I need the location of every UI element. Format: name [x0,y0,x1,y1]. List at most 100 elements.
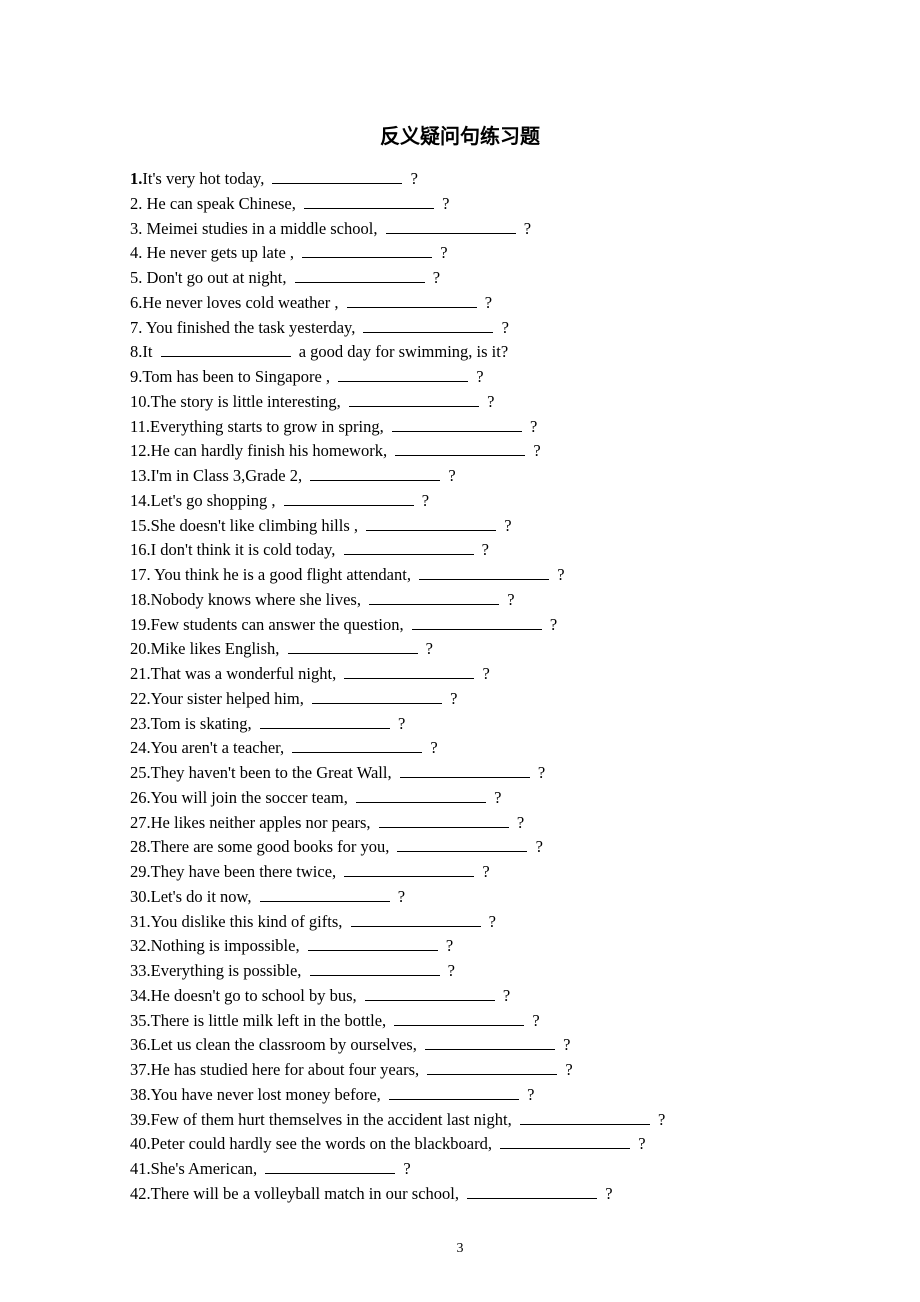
item-pre-text: Tom has been to Singapore , [142,367,334,386]
answer-blank [284,490,414,506]
item-number: 42. [130,1184,151,1203]
item-pre-text: You aren't a teacher, [151,738,289,757]
item-post-text: ? [446,689,457,708]
item-post-text: ? [436,243,447,262]
item-pre-text: Few of them hurt themselves in the accid… [151,1110,516,1129]
item-post-text: ? [426,738,437,757]
item-number: 21. [130,664,151,683]
exercise-item: 17. You think he is a good flight attend… [130,563,790,588]
exercise-item: 2. He can speak Chinese, ? [130,192,790,217]
item-pre-text: You have never lost money before, [151,1085,385,1104]
item-pre-text: She's American, [151,1159,262,1178]
item-post-text: ? [422,639,433,658]
page-number: 3 [130,1241,790,1257]
exercise-item: 32.Nothing is impossible, ? [130,934,790,959]
item-post-text: ? [513,813,524,832]
item-number: 40. [130,1134,151,1153]
item-post-text: ? [478,664,489,683]
item-number: 38. [130,1085,151,1104]
item-post-text: ? [478,540,489,559]
item-pre-text: I don't think it is cold today, [151,540,340,559]
item-post-text: ? [503,590,514,609]
exercise-item: 4. He never gets up late , ? [130,241,790,266]
answer-blank [389,1084,519,1100]
answer-blank [295,267,425,283]
item-post-text: ? [442,936,453,955]
exercise-item: 8.It a good day for swimming, is it? [130,340,790,365]
item-number: 20. [130,639,151,658]
exercise-item: 6.He never loves cold weather , ? [130,291,790,316]
item-number: 7. [130,318,142,337]
exercise-item: 35.There is little milk left in the bott… [130,1009,790,1034]
item-post-text: ? [438,194,449,213]
item-post-text: ? [418,491,429,510]
item-post-text: ? [485,912,496,931]
item-number: 22. [130,689,151,708]
item-pre-text: Everything starts to grow in spring, [150,417,388,436]
answer-blank [272,168,402,184]
item-number: 11. [130,417,150,436]
exercise-item: 1.It's very hot today, ? [130,167,790,192]
item-post-text: ? [528,1011,539,1030]
answer-blank [308,935,438,951]
item-number: 12. [130,441,151,460]
item-pre-text: It [142,342,156,361]
item-post-text: ? [394,714,405,733]
item-post-text: ? [520,219,531,238]
answer-blank [302,242,432,258]
exercise-item: 21.That was a wonderful night, ? [130,662,790,687]
item-post-text: ? [429,268,440,287]
item-number: 34. [130,986,151,1005]
answer-blank [392,416,522,432]
item-number: 23. [130,714,151,733]
exercise-item: 3. Meimei studies in a middle school, ? [130,217,790,242]
answer-blank [419,564,549,580]
item-pre-text: Tom is skating, [151,714,256,733]
exercise-item: 39.Few of them hurt themselves in the ac… [130,1108,790,1133]
exercise-item: 29.They have been there twice, ? [130,860,790,885]
item-number: 3. [130,219,142,238]
item-pre-text: They haven't been to the Great Wall, [151,763,396,782]
item-number: 9. [130,367,142,386]
item-post-text: ? [546,615,557,634]
answer-blank [304,193,434,209]
exercise-item: 5. Don't go out at night, ? [130,266,790,291]
exercise-item: 33.Everything is possible, ? [130,959,790,984]
exercise-item: 41.She's American, ? [130,1157,790,1182]
item-post-text: ? [472,367,483,386]
answer-blank [265,1158,395,1174]
exercise-item: 22.Your sister helped him, ? [130,687,790,712]
item-number: 33. [130,961,151,980]
item-post-text: ? [534,763,545,782]
answer-blank [347,292,477,308]
item-pre-text: Mike likes English, [151,639,284,658]
item-post-text: ? [523,1085,534,1104]
answer-blank [500,1133,630,1149]
item-pre-text: That was a wonderful night, [151,664,341,683]
item-pre-text: There is little milk left in the bottle, [151,1011,391,1030]
answer-blank [310,960,440,976]
answer-blank [379,812,509,828]
item-number: 10. [130,392,151,411]
item-pre-text: Few students can answer the question, [151,615,408,634]
item-pre-text: He never loves cold weather , [142,293,342,312]
item-post-text: ? [444,961,455,980]
item-pre-text: Meimei studies in a middle school, [142,219,381,238]
item-pre-text: You think he is a good flight attendant, [151,565,415,584]
item-post-text: ? [399,1159,410,1178]
item-number: 25. [130,763,151,782]
item-number: 30. [130,887,151,906]
answer-blank [312,688,442,704]
item-number: 35. [130,1011,151,1030]
exercise-item: 12.He can hardly finish his homework, ? [130,439,790,464]
answer-blank [351,911,481,927]
answer-blank [260,713,390,729]
item-pre-text: You dislike this kind of gifts, [151,912,347,931]
item-number: 5. [130,268,142,287]
answer-blank [356,787,486,803]
answer-blank [427,1059,557,1075]
item-pre-text: Don't go out at night, [142,268,290,287]
exercise-item: 36.Let us clean the classroom by ourselv… [130,1033,790,1058]
exercise-item: 26.You will join the soccer team, ? [130,786,790,811]
item-number: 24. [130,738,151,757]
